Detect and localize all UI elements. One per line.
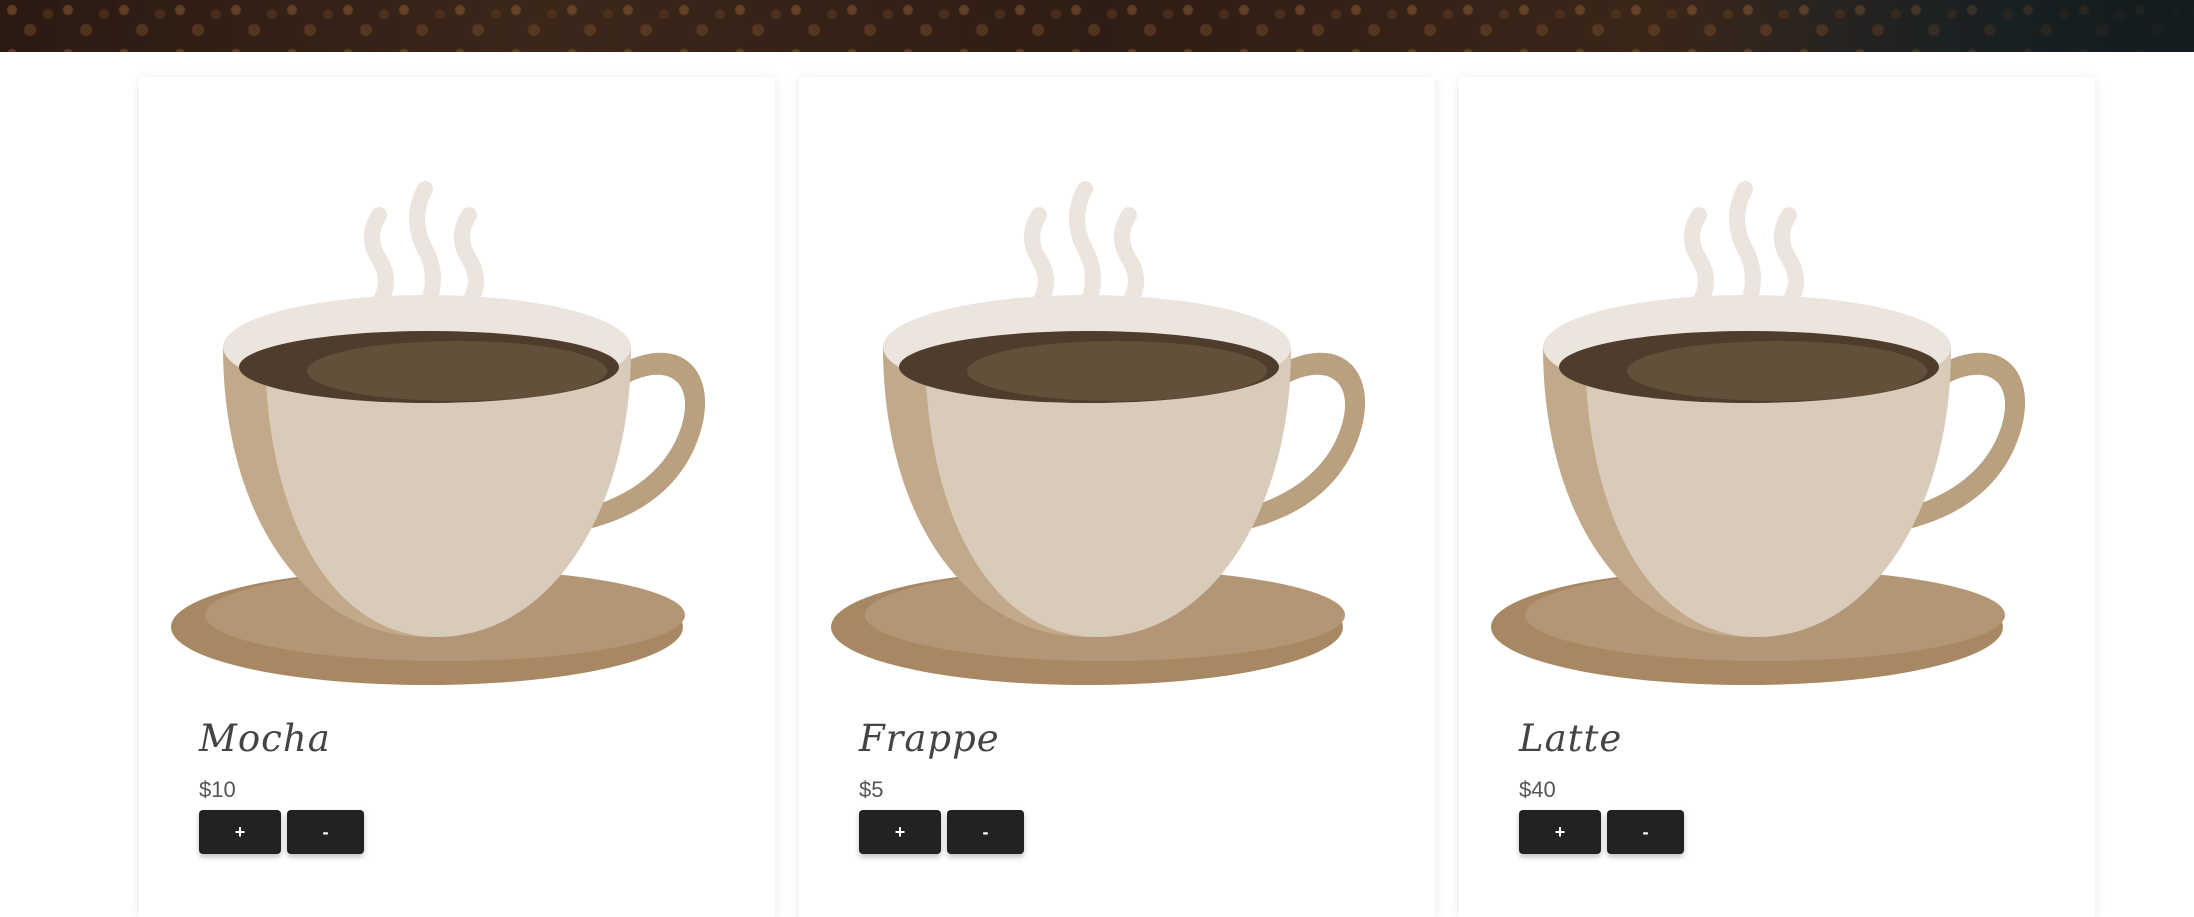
product-price: $10 (199, 777, 236, 802)
add-button[interactable]: + (199, 810, 281, 854)
product-list: Mocha $10 + - Frappe $5 + - Latte $40 + … (139, 77, 2095, 917)
coffee-cup-image (1491, 181, 2026, 685)
product-name: Mocha (199, 717, 331, 760)
add-button[interactable]: + (859, 810, 941, 854)
quantity-controls: + - (859, 810, 1024, 854)
remove-button[interactable]: - (947, 810, 1024, 854)
add-button[interactable]: + (1519, 810, 1601, 854)
product-price: $5 (859, 777, 884, 802)
quantity-controls: + - (1519, 810, 1684, 854)
hero-banner (0, 0, 2194, 52)
remove-button[interactable]: - (287, 810, 364, 854)
product-name: Latte (1519, 717, 1623, 760)
product-price: $40 (1519, 777, 1556, 802)
coffee-cup-image (831, 181, 1366, 685)
remove-button[interactable]: - (1607, 810, 1684, 854)
quantity-controls: + - (199, 810, 364, 854)
product-name: Frappe (859, 717, 1000, 760)
coffee-cup-image (171, 181, 706, 685)
product-card: Mocha $10 + - (139, 77, 775, 917)
product-card: Latte $40 + - (1459, 77, 2095, 917)
product-card: Frappe $5 + - (799, 77, 1435, 917)
